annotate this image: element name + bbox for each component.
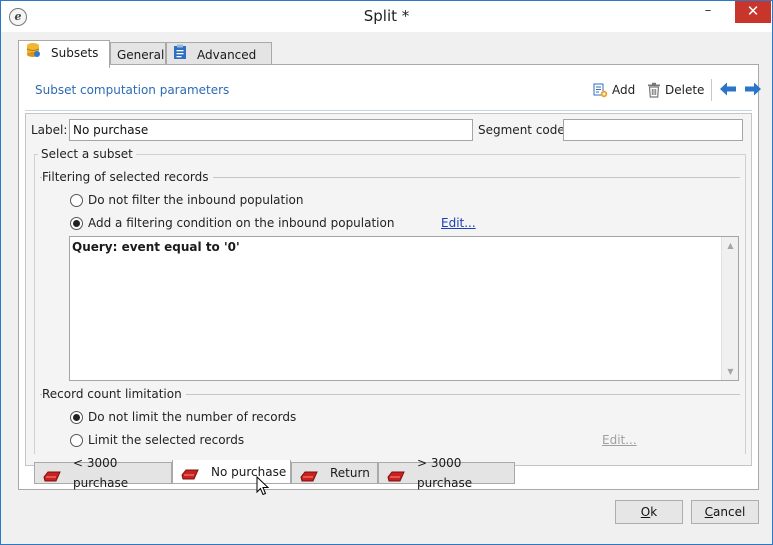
cancel-label: ancel [713, 505, 746, 519]
next-arrow-icon[interactable] [744, 81, 762, 99]
cancel-button[interactable]: Cancel [691, 500, 759, 524]
scroll-up-icon[interactable]: ▲ [722, 237, 739, 254]
tab-general-label: General [117, 48, 165, 62]
subset-icon [43, 468, 61, 481]
query-textarea[interactable]: Query: event equal to '0' ▲ ▼ [69, 236, 739, 381]
section-header: Subset computation parameters Add Delete [25, 73, 761, 111]
ok-button[interactable]: Ok [615, 500, 683, 524]
trash-icon [648, 82, 660, 98]
segment-code-caption: Segment code: [478, 123, 569, 137]
close-button[interactable]: ✕ [735, 1, 771, 23]
filtering-title: Filtering of selected records [42, 170, 213, 184]
subset-tab-label: Return [330, 466, 370, 480]
ok-label: k [650, 505, 658, 519]
query-scrollbar[interactable]: ▲ ▼ [721, 237, 738, 380]
tab-subsets[interactable]: Subsets [18, 40, 110, 68]
radio-no-filter-label: Do not filter the inbound population [88, 193, 304, 207]
add-icon [593, 83, 608, 98]
subset-tab-lt-3000[interactable]: < 3000 purchase [34, 456, 172, 490]
delete-label: Delete [665, 83, 705, 97]
label-caption: Label: [31, 123, 68, 137]
subset-tab-return[interactable]: Return [291, 462, 378, 484]
subset-tab-label: No purchase [211, 464, 287, 479]
delete-button[interactable]: Delete [647, 82, 704, 98]
radio-add-filter[interactable]: Add a filtering condition on the inbound… [70, 216, 394, 230]
radio-limit-dot[interactable] [70, 433, 83, 447]
split-dialog: e Split * – ☐ ✕ Subsets General [0, 0, 773, 545]
radio-no-limit[interactable]: Do not limit the number of records [70, 410, 296, 424]
subset-tab-label: < 3000 purchase [73, 456, 129, 490]
subset-icon [300, 468, 318, 481]
minimize-button[interactable]: – [695, 1, 721, 23]
title-bar: e Split * – ☐ ✕ [1, 1, 772, 32]
subset-tab-gt-3000[interactable]: > 3000 purchase [378, 456, 515, 490]
radio-no-filter-dot[interactable] [70, 193, 83, 207]
subset-icon [387, 468, 405, 481]
previous-arrow-icon[interactable] [719, 81, 737, 99]
database-icon [25, 42, 41, 66]
add-label: Add [612, 83, 636, 97]
subset-form: Label: No purchase Segment code: Select … [25, 113, 752, 466]
window-title: Split * [363, 7, 410, 25]
tab-advanced-label: Advanced [197, 48, 257, 62]
subsets-panel: Subset computation parameters Add Delete… [18, 64, 761, 490]
radio-no-limit-dot[interactable] [70, 410, 83, 424]
radio-limit[interactable]: Limit the selected records [70, 433, 244, 447]
radio-add-filter-dot[interactable] [70, 216, 83, 230]
toolbar-separator [711, 79, 712, 101]
edit-filter-link[interactable]: Edit... [441, 216, 476, 230]
label-input[interactable]: No purchase [69, 119, 473, 141]
ok-mnemonic: O [640, 505, 651, 519]
radio-no-limit-label: Do not limit the number of records [88, 410, 297, 424]
select-subset-title: Select a subset [38, 147, 136, 161]
scroll-down-icon[interactable]: ▼ [722, 363, 739, 380]
cancel-mnemonic: C [704, 505, 714, 519]
subset-tab-label: > 3000 purchase [417, 456, 473, 490]
radio-no-filter[interactable]: Do not filter the inbound population [70, 193, 304, 207]
radio-add-filter-label: Add a filtering condition on the inbound… [88, 216, 395, 230]
add-button[interactable]: Add [592, 82, 635, 98]
subset-icon [181, 466, 199, 480]
mouse-cursor-icon [256, 475, 270, 499]
radio-limit-label: Limit the selected records [88, 433, 245, 447]
edit-limit-link: Edit... [602, 433, 637, 447]
segment-code-input[interactable] [563, 119, 743, 141]
limit-title: Record count limitation [42, 387, 186, 401]
subset-tab-no-purchase[interactable]: No purchase [172, 460, 291, 484]
section-title: Subset computation parameters [35, 83, 230, 97]
tab-subsets-label: Subsets [51, 46, 99, 60]
query-text: Query: event equal to '0' [72, 240, 240, 254]
